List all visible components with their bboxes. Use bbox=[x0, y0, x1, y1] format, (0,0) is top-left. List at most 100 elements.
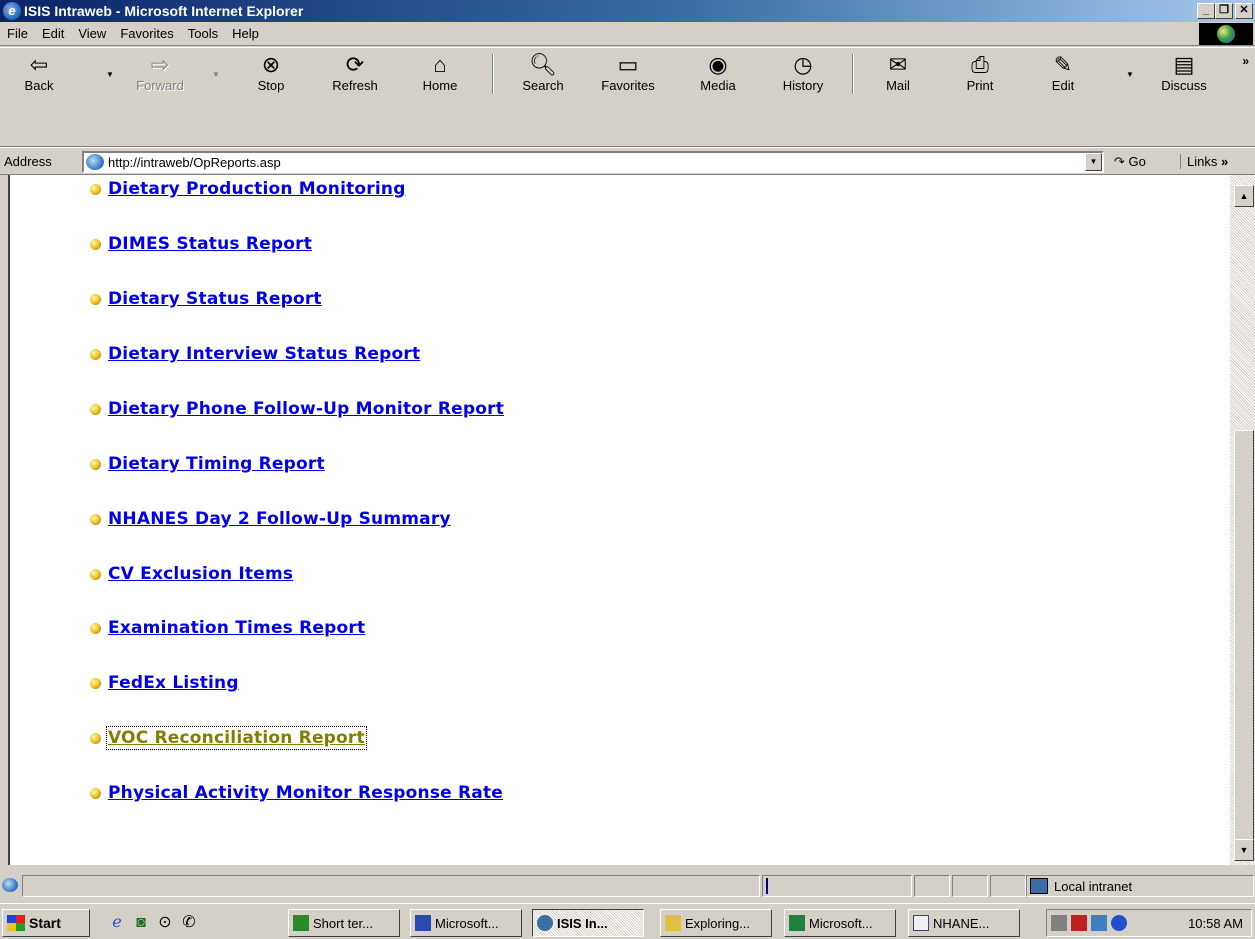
menu-favorites[interactable]: Favorites bbox=[113, 26, 180, 41]
taskbar-item-active[interactable]: ISIS In... bbox=[532, 909, 644, 937]
bullet-icon bbox=[90, 239, 101, 250]
bullet-icon bbox=[90, 184, 101, 195]
address-dropdown-button[interactable]: ▼ bbox=[1085, 153, 1102, 171]
status-bar: Local intranet bbox=[0, 866, 1255, 903]
menu-tools[interactable]: Tools bbox=[181, 26, 225, 41]
refresh-button[interactable]: ⟳ Refresh bbox=[320, 52, 390, 98]
menu-bar: File Edit View Favorites Tools Help bbox=[0, 22, 1255, 46]
links-button[interactable]: Links » bbox=[1180, 154, 1228, 169]
report-link[interactable]: Physical Activity Monitor Response Rate bbox=[108, 783, 503, 803]
page-icon bbox=[86, 154, 104, 170]
status-text-cell bbox=[22, 875, 760, 897]
maximize-button[interactable]: ❐ bbox=[1215, 3, 1233, 19]
taskbar-item[interactable]: Short ter... bbox=[288, 909, 400, 937]
vertical-scrollbar[interactable]: ▲ ▼ bbox=[1230, 175, 1255, 865]
scroll-up-button[interactable]: ▲ bbox=[1234, 185, 1254, 207]
forward-dropdown-icon[interactable]: ▼ bbox=[212, 70, 220, 79]
taskbar-item[interactable]: NHANE... bbox=[908, 909, 1020, 937]
taskbar-item[interactable]: Microsoft... bbox=[410, 909, 522, 937]
volume-icon[interactable] bbox=[1051, 915, 1067, 931]
stop-button[interactable]: ⊗ Stop bbox=[244, 52, 298, 98]
stop-icon: ⊗ bbox=[261, 52, 281, 77]
report-link[interactable]: Dietary Phone Follow-Up Monitor Report bbox=[108, 399, 504, 419]
explorer-quicklaunch-icon[interactable]: ⊙ bbox=[154, 912, 176, 934]
report-link-focused[interactable]: VOC Reconciliation Report bbox=[106, 726, 367, 750]
start-button[interactable]: Start bbox=[2, 909, 90, 937]
status-cell bbox=[990, 875, 1026, 897]
report-link[interactable]: Dietary Interview Status Report bbox=[108, 344, 420, 364]
toolbar-chevron-icon[interactable]: » bbox=[1242, 54, 1249, 68]
back-button[interactable]: ⇦ Back bbox=[12, 52, 66, 98]
go-arrow-icon: ↷ bbox=[1114, 154, 1125, 169]
title-bar: e ISIS Intraweb - Microsoft Internet Exp… bbox=[0, 0, 1255, 22]
edit-page-icon: ✎ bbox=[1053, 52, 1073, 77]
app-quicklaunch-icon[interactable]: ◙ bbox=[130, 912, 152, 934]
taskbar-item[interactable]: Microsoft... bbox=[784, 909, 896, 937]
network-icon[interactable] bbox=[1091, 915, 1107, 931]
discuss-icon: ▤ bbox=[1173, 52, 1195, 77]
ie-logo-icon: e bbox=[3, 2, 21, 20]
bullet-icon bbox=[90, 294, 101, 305]
mail-button[interactable]: ✉ Mail bbox=[868, 52, 928, 98]
media-tray-icon[interactable] bbox=[1111, 915, 1127, 931]
forward-button[interactable]: ⇨ Forward bbox=[126, 52, 194, 98]
home-icon: ⌂ bbox=[433, 52, 447, 77]
address-url: http://intraweb/OpReports.asp bbox=[108, 154, 281, 170]
print-button[interactable]: ⎙ Print bbox=[950, 52, 1010, 98]
address-input[interactable]: http://intraweb/OpReports.asp ▼ bbox=[82, 151, 1104, 173]
discuss-button[interactable]: ▤ Discuss bbox=[1148, 52, 1220, 98]
back-arrow-icon: ⇦ bbox=[29, 52, 49, 77]
windows-logo-icon bbox=[7, 915, 25, 931]
search-button[interactable]: 🔍︎ Search bbox=[508, 52, 578, 98]
bullet-icon bbox=[90, 459, 101, 470]
minimize-button[interactable]: _ bbox=[1197, 3, 1215, 19]
back-dropdown-icon[interactable]: ▼ bbox=[106, 70, 114, 79]
media-button[interactable]: ◉ Media bbox=[686, 52, 750, 98]
menu-help[interactable]: Help bbox=[225, 26, 266, 41]
status-cell bbox=[914, 875, 950, 897]
menu-view[interactable]: View bbox=[71, 26, 113, 41]
edit-button[interactable]: ✎ Edit bbox=[1036, 52, 1090, 98]
outlook-quicklaunch-icon[interactable]: ✆ bbox=[178, 912, 200, 934]
report-link[interactable]: Dietary Timing Report bbox=[108, 454, 325, 474]
system-tray: 10:58 AM bbox=[1046, 909, 1252, 937]
history-button[interactable]: ◷ History bbox=[770, 52, 836, 98]
bullet-icon bbox=[90, 404, 101, 415]
report-link[interactable]: Examination Times Report bbox=[108, 618, 365, 638]
ie-icon bbox=[537, 915, 553, 931]
address-label: Address bbox=[4, 153, 52, 169]
ati-icon[interactable] bbox=[1071, 915, 1087, 931]
mail-icon: ✉ bbox=[888, 52, 908, 77]
toolbar-separator bbox=[852, 54, 854, 94]
scroll-thumb[interactable] bbox=[1234, 430, 1254, 840]
word-icon bbox=[415, 915, 431, 931]
bullet-icon bbox=[90, 349, 101, 360]
report-link[interactable]: Dietary Status Report bbox=[108, 289, 322, 309]
menu-file[interactable]: File bbox=[0, 26, 35, 41]
history-icon: ◷ bbox=[793, 52, 813, 77]
taskbar-item[interactable]: Exploring... bbox=[660, 909, 772, 937]
mail-icon bbox=[913, 915, 929, 931]
forward-arrow-icon: ⇨ bbox=[150, 52, 170, 77]
favorites-button[interactable]: ▭ Favorites bbox=[588, 52, 668, 98]
bullet-icon bbox=[90, 569, 101, 580]
taskbar: Start ℯ ◙ ⊙ ✆ Short ter... Microsoft... … bbox=[0, 903, 1255, 939]
close-button[interactable]: ✕ bbox=[1235, 3, 1253, 19]
go-button[interactable]: ↷ Go bbox=[1114, 154, 1146, 170]
scroll-down-button[interactable]: ▼ bbox=[1234, 839, 1254, 861]
report-link[interactable]: FedEx Listing bbox=[108, 673, 239, 693]
links-chevron-icon: » bbox=[1220, 154, 1229, 169]
menu-edit[interactable]: Edit bbox=[35, 26, 71, 41]
home-button[interactable]: ⌂ Home bbox=[410, 52, 470, 98]
favorites-folder-icon: ▭ bbox=[617, 52, 639, 77]
report-link[interactable]: Dietary Production Monitoring bbox=[108, 179, 406, 199]
report-link[interactable]: DIMES Status Report bbox=[108, 234, 312, 254]
report-link[interactable]: CV Exclusion Items bbox=[108, 564, 293, 584]
throbber bbox=[1199, 23, 1253, 45]
edit-dropdown-icon[interactable]: ▼ bbox=[1126, 70, 1134, 79]
explorer-icon bbox=[665, 915, 681, 931]
report-link[interactable]: NHANES Day 2 Follow-Up Summary bbox=[108, 509, 451, 529]
ie-quicklaunch-icon[interactable]: ℯ bbox=[106, 912, 128, 934]
progress-cell bbox=[762, 875, 912, 897]
bullet-icon bbox=[90, 788, 101, 799]
